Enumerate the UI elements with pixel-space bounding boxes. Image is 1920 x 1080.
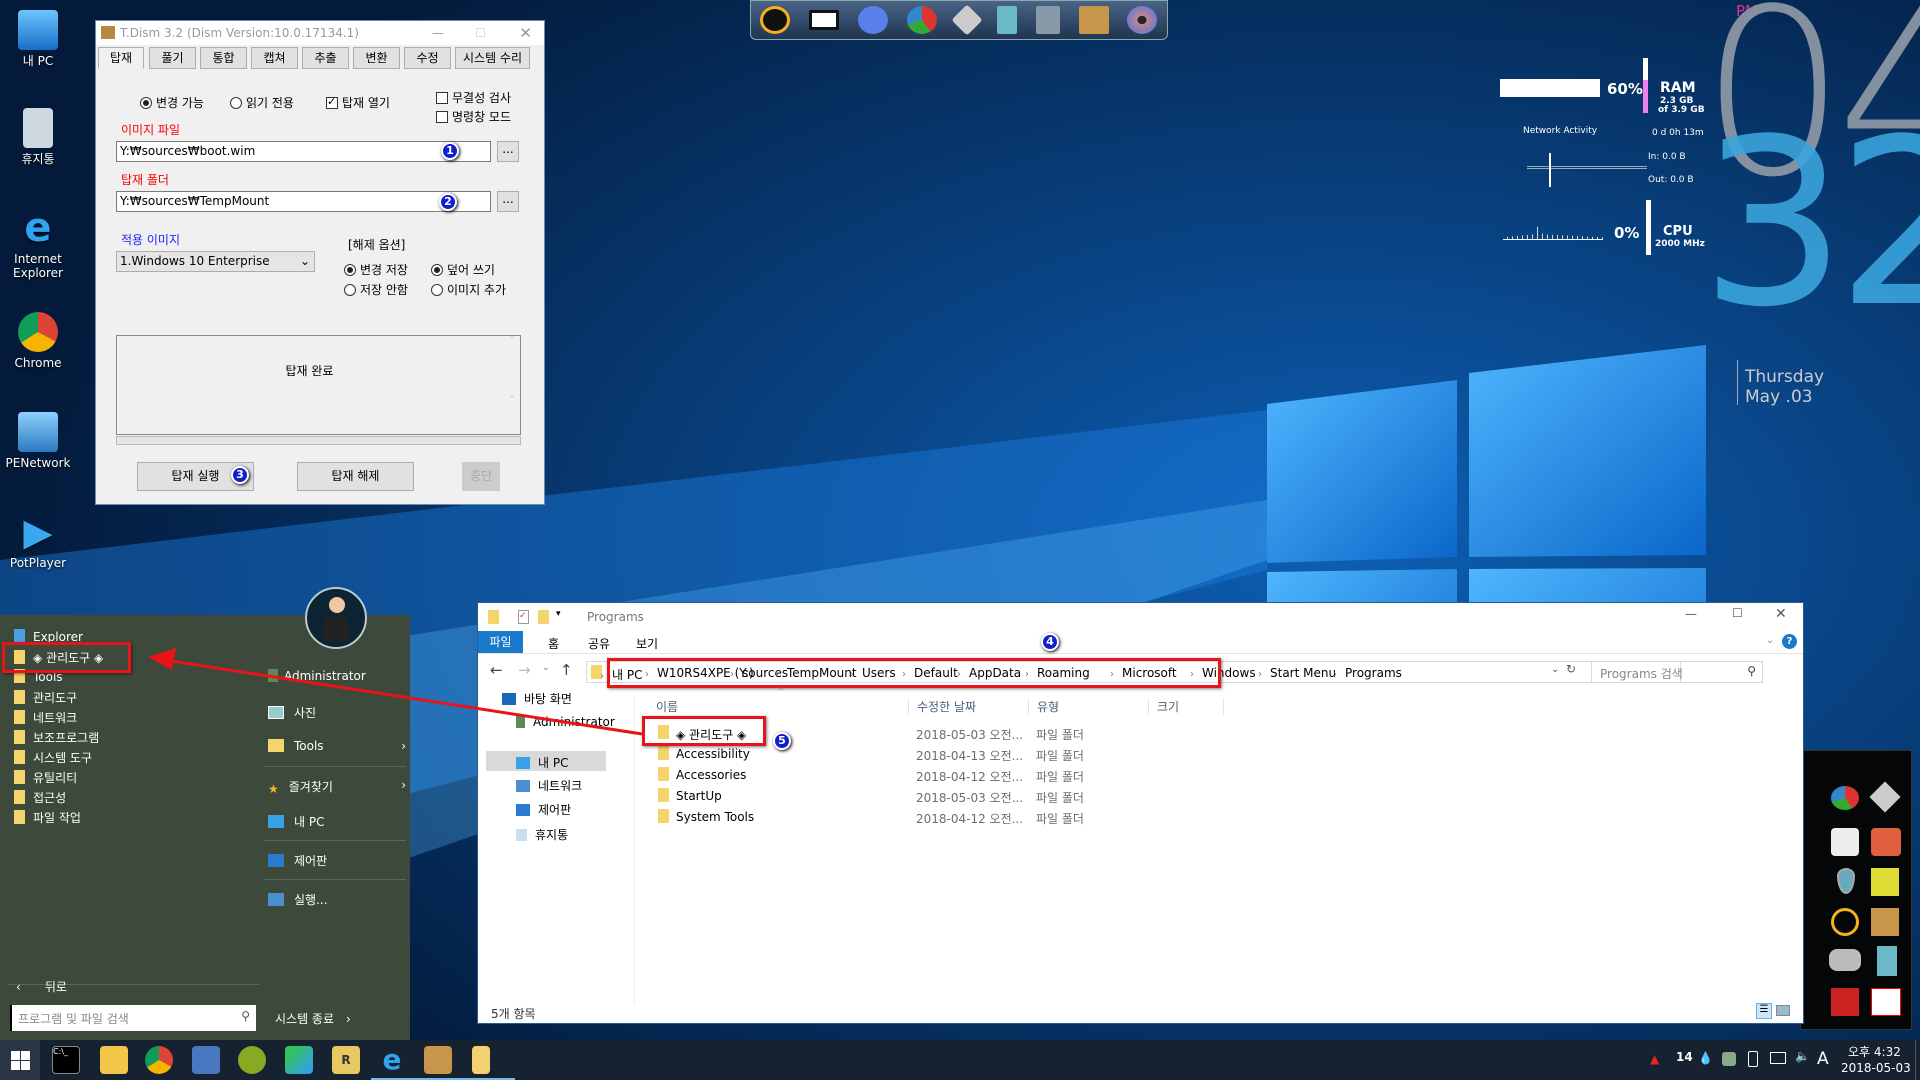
olive-icon[interactable] (238, 1046, 266, 1074)
tray-app-icon[interactable] (1722, 1052, 1736, 1066)
network-icon[interactable] (1770, 1052, 1786, 1064)
network-meter-icon[interactable]: ▲ (1650, 1052, 1659, 1066)
volume-icon[interactable]: 🔈 (1795, 1049, 1810, 1063)
usb-icon[interactable] (1748, 1051, 1758, 1067)
chrome-icon[interactable] (145, 1046, 173, 1074)
paint-icon[interactable] (285, 1046, 313, 1074)
image-tool-icon[interactable] (192, 1046, 220, 1074)
folder-icon[interactable] (472, 1046, 490, 1074)
start-button[interactable] (0, 1040, 40, 1080)
drop-icon[interactable]: 💧 (1698, 1051, 1713, 1065)
ime-indicator[interactable]: A (1817, 1049, 1829, 1069)
taskbar: C:\_ R e ▲ 14 💧 🔈 A 오후 4:32 2018-05-03 (0, 1040, 1920, 1080)
show-desktop-button[interactable] (1915, 1040, 1916, 1080)
tdism-icon[interactable] (424, 1046, 452, 1074)
tray-number[interactable]: 14 (1676, 1050, 1693, 1064)
clock-date[interactable]: 2018-05-03 (1841, 1061, 1911, 1075)
windows-logo-icon (11, 1051, 30, 1070)
file-explorer-icon[interactable] (100, 1046, 128, 1074)
ie-icon[interactable]: e (378, 1046, 406, 1074)
rufus-icon[interactable]: R (332, 1046, 360, 1074)
clock-time[interactable]: 오후 4:32 (1848, 1043, 1901, 1060)
annotation-arrow (148, 648, 643, 736)
cmd-icon[interactable]: C:\_ (52, 1046, 80, 1074)
